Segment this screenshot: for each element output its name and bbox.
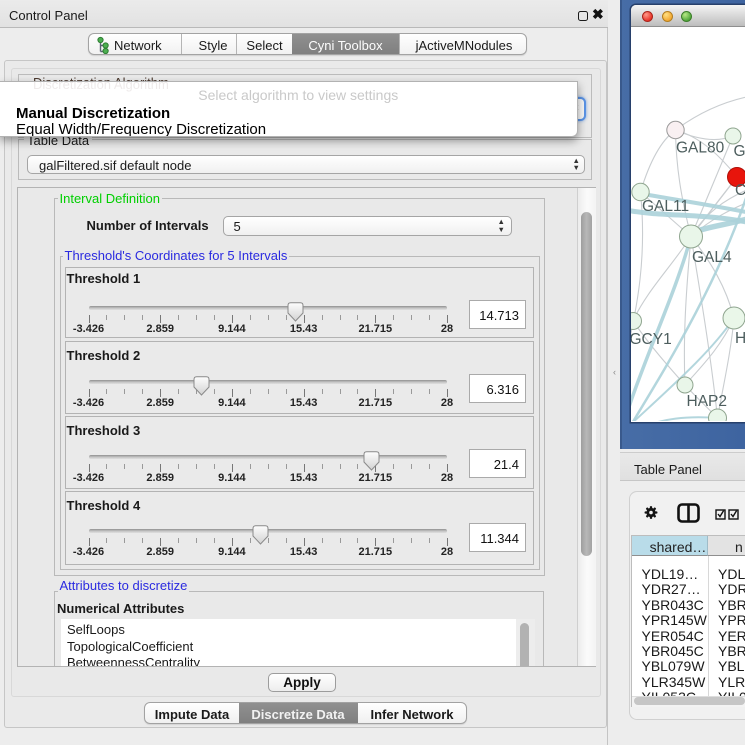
svg-text:G: G (734, 143, 745, 160)
svg-text:GAL80: GAL80 (676, 140, 725, 157)
svg-text:C: C (735, 182, 745, 199)
svg-text:GAL11: GAL11 (642, 198, 689, 215)
svg-text:GAL4: GAL4 (692, 249, 732, 266)
svg-text:HAP2: HAP2 (687, 393, 728, 410)
svg-text:GCY1: GCY1 (631, 331, 672, 348)
svg-text:H: H (735, 330, 745, 347)
